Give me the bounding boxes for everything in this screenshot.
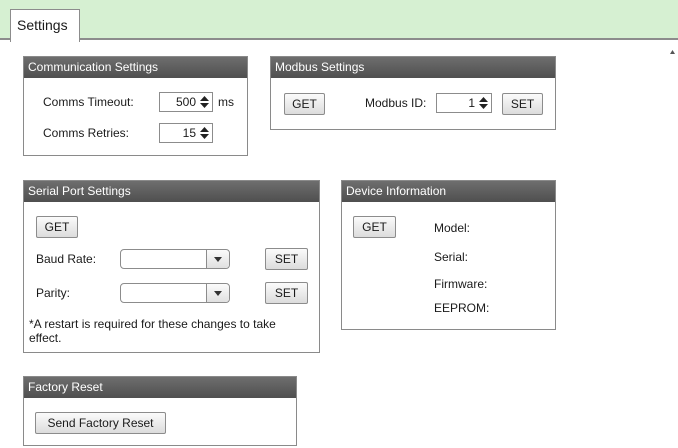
- baud-rate-label: Baud Rate:: [36, 252, 97, 266]
- modbus-get-button[interactable]: GET: [284, 93, 325, 115]
- panel-title: Serial Port Settings: [24, 181, 319, 202]
- modbus-id-spinner[interactable]: 1: [436, 93, 492, 113]
- parity-set-button[interactable]: SET: [265, 282, 308, 304]
- spin-updown-icon[interactable]: [200, 126, 209, 140]
- tab-settings[interactable]: Settings: [10, 9, 80, 42]
- spin-updown-icon[interactable]: [200, 95, 209, 109]
- panel-title: Factory Reset: [24, 377, 296, 398]
- device-get-button[interactable]: GET: [353, 216, 396, 238]
- modbus-id-value: 1: [468, 96, 475, 110]
- baud-rate-set-button[interactable]: SET: [265, 248, 308, 270]
- chevron-down-icon[interactable]: [206, 284, 229, 302]
- eeprom-label: EEPROM:: [434, 301, 490, 315]
- panel-title: Modbus Settings: [271, 57, 555, 78]
- tab-bar: Settings: [0, 0, 678, 42]
- scroll-up-arrow-icon[interactable]: [670, 50, 675, 54]
- panel-title: Communication Settings: [24, 57, 247, 78]
- modbus-settings-panel: Modbus Settings GET Modbus ID: 1 SET: [270, 56, 556, 130]
- comms-retries-spinner[interactable]: 15: [159, 123, 213, 143]
- modbus-id-label: Modbus ID:: [365, 96, 427, 110]
- factory-reset-panel: Factory Reset Send Factory Reset: [23, 376, 297, 446]
- communication-settings-panel: Communication Settings Comms Timeout: 50…: [23, 56, 248, 156]
- tab-settings-label: Settings: [17, 17, 68, 33]
- send-factory-reset-button[interactable]: Send Factory Reset: [35, 412, 166, 434]
- panel-title: Device Information: [342, 181, 555, 202]
- comms-timeout-unit: ms: [218, 95, 234, 109]
- firmware-label: Firmware:: [434, 277, 488, 291]
- spin-updown-icon[interactable]: [479, 96, 488, 110]
- serial-label: Serial:: [434, 250, 469, 264]
- modbus-set-button[interactable]: SET: [502, 93, 543, 115]
- comms-timeout-label: Comms Timeout:: [43, 95, 134, 109]
- parity-label: Parity:: [36, 286, 71, 300]
- serial-get-button[interactable]: GET: [36, 216, 78, 238]
- parity-select[interactable]: [120, 283, 230, 303]
- comms-timeout-spinner[interactable]: 500: [159, 92, 213, 112]
- baud-rate-select[interactable]: [120, 249, 230, 269]
- restart-note: *A restart is required for these changes…: [29, 317, 276, 345]
- serial-port-settings-panel: Serial Port Settings GET Baud Rate: SET …: [23, 180, 320, 353]
- comms-retries-label: Comms Retries:: [43, 126, 130, 140]
- model-label: Model:: [434, 221, 471, 235]
- device-information-panel: Device Information GET Model: Serial: Fi…: [341, 180, 556, 330]
- comms-retries-value: 15: [182, 126, 196, 140]
- chevron-down-icon[interactable]: [206, 250, 229, 268]
- comms-timeout-value: 500: [175, 95, 196, 109]
